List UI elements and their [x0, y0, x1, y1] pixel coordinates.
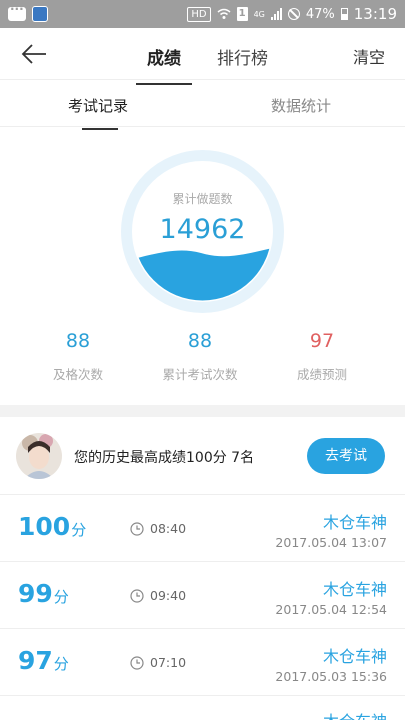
message-icon — [8, 2, 26, 21]
network-type: 4G — [253, 9, 265, 19]
record-datetime: 2017.05.04 13:07 — [275, 535, 387, 550]
do-not-disturb-icon — [287, 8, 300, 20]
sub-tabs: 考试记录 数据统计 — [0, 81, 405, 130]
clock-icon — [130, 589, 144, 603]
stat-label: 及格次数 — [52, 367, 103, 382]
record-duration: 09:40 — [150, 588, 187, 603]
stat-value: 88 — [65, 330, 91, 352]
gauge-value: 14962 — [159, 214, 246, 245]
record-datetime: 2017.05.04 12:54 — [275, 602, 387, 617]
tab-data-stats[interactable]: 数据统计 — [271, 95, 331, 116]
stat-label: 累计考试次数 — [162, 367, 238, 382]
stat-value: 97 — [309, 330, 335, 352]
battery-icon — [340, 8, 348, 20]
stat-value: 88 — [187, 330, 213, 352]
section-divider — [0, 405, 405, 417]
record-user-name: 木仓车神 — [323, 708, 387, 720]
record-score: 100分 — [18, 512, 87, 541]
total-questions-gauge: 累计做题数 14962 — [121, 150, 284, 313]
exam-record-row[interactable]: 100分 08:40 木仓车神 2017.05.04 13:07 — [0, 495, 405, 562]
tab-score[interactable]: 成绩 — [136, 44, 192, 85]
battery-percent: 47% — [305, 6, 335, 22]
tab-exam-records[interactable]: 考试记录 — [68, 95, 128, 130]
avatar[interactable] — [16, 433, 62, 479]
wifi-icon — [217, 8, 231, 19]
best-score-row: 您的历史最高成绩100分 7名 去考试 — [0, 417, 405, 495]
exam-record-row[interactable]: 97分 07:10 木仓车神 2017.05.03 15:36 — [0, 629, 405, 696]
signal-icon — [270, 8, 282, 20]
clock-icon — [130, 656, 144, 670]
hd-badge: HD — [187, 6, 211, 22]
record-user-name: 木仓车神 — [322, 513, 387, 532]
top-nav: 成绩 排行榜 清空 — [0, 28, 405, 85]
clear-button[interactable]: 清空 — [353, 44, 385, 68]
stat-total-exams: 88 累计考试次数 — [140, 330, 260, 383]
exam-record-row[interactable]: 99分 09:40 木仓车神 2017.05.04 12:54 — [0, 562, 405, 629]
record-score: 97分 — [18, 646, 69, 675]
take-exam-button[interactable]: 去考试 — [307, 438, 385, 474]
record-score: 99分 — [18, 579, 69, 608]
tab-leaderboard[interactable]: 排行榜 — [217, 44, 268, 69]
record-user-name: 木仓车神 — [322, 647, 387, 666]
record-datetime: 2017.05.03 15:36 — [275, 669, 387, 684]
record-duration: 08:40 — [150, 521, 187, 536]
app-notification-icon — [32, 6, 48, 22]
stat-score-prediction: 97 成绩预测 — [262, 330, 382, 383]
stat-label: 成绩预测 — [296, 367, 347, 382]
record-duration: 07:10 — [150, 655, 187, 670]
best-score-text: 您的历史最高成绩100分 7名 — [74, 450, 255, 466]
back-arrow-icon[interactable] — [20, 42, 48, 66]
record-user-name: 木仓车神 — [322, 580, 387, 599]
status-bar: HD 1 4G 47% 13:19 — [0, 0, 405, 28]
exam-record-row[interactable]: 木仓车神 — [0, 696, 405, 720]
sim-badge: 1 — [236, 7, 248, 21]
clock-time: 13:19 — [353, 5, 397, 23]
stat-pass-count: 88 及格次数 — [18, 330, 138, 383]
clock-icon — [130, 522, 144, 536]
gauge-label: 累计做题数 — [172, 192, 233, 206]
